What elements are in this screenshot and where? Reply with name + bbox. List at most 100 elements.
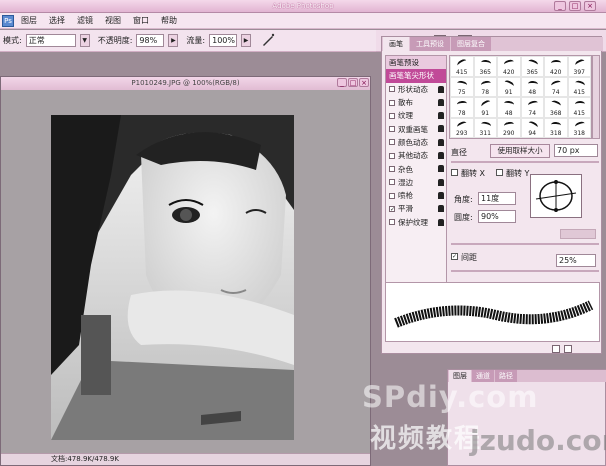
lock-icon[interactable] [438, 191, 444, 199]
brush-tip-cell[interactable]: 74 [520, 97, 544, 118]
lock-icon[interactable] [438, 112, 444, 120]
close-button[interactable]: × [584, 1, 596, 11]
brush-setting-label: 杂色 [398, 164, 413, 174]
angle-field[interactable]: 11度 [478, 192, 516, 205]
lock-icon[interactable] [438, 205, 444, 213]
diameter-field[interactable]: 70 px [554, 144, 598, 157]
brush-setting-item[interactable]: 形状动态 [386, 83, 446, 96]
brush-setting-item[interactable]: 颜色动态 [386, 136, 446, 149]
doc-close-button[interactable]: × [359, 78, 369, 87]
brush-tip-cell[interactable]: 397 [567, 56, 591, 77]
flip-y-checkbox[interactable] [496, 169, 503, 176]
brush-setting-checkbox[interactable] [389, 179, 395, 186]
brush-setting-item[interactable]: 保护纹理 [386, 216, 446, 229]
doc-minimize-button[interactable]: _ [337, 78, 347, 87]
airbrush-icon[interactable] [261, 33, 275, 49]
brush-tip-cell[interactable]: 290 [497, 117, 521, 138]
brush-setting-checkbox[interactable] [389, 112, 395, 119]
brush-tip-cell[interactable]: 368 [544, 97, 568, 118]
brush-tip-cell[interactable]: 74 [544, 76, 568, 97]
opacity-dropdown-icon[interactable]: ▶ [168, 34, 179, 47]
brush-setting-checkbox[interactable] [389, 166, 395, 173]
brush-tip-icon [480, 79, 491, 88]
brush-tip-cell[interactable]: 420 [497, 56, 521, 77]
brush-tip-cell[interactable]: 365 [520, 56, 544, 77]
brush-tip-cell[interactable]: 365 [473, 56, 497, 77]
brush-tip-cell[interactable]: 78 [473, 76, 497, 97]
use-sample-size-button[interactable]: 使用取样大小 [490, 144, 550, 158]
tab-layer-comps[interactable]: 图层复合 [451, 37, 491, 51]
brush-tip-cell[interactable]: 420 [544, 56, 568, 77]
maximize-button[interactable]: □ [569, 1, 581, 11]
minimize-button[interactable]: _ [554, 1, 566, 11]
menu-select[interactable]: 选择 [44, 14, 70, 28]
new-brush-icon[interactable] [552, 345, 560, 353]
flow-dropdown-icon[interactable]: ▶ [241, 34, 252, 47]
spacing-slider[interactable] [451, 270, 599, 272]
brush-setting-item[interactable]: ✓ 平滑 [386, 202, 446, 215]
brush-grid-scrollbar[interactable] [592, 55, 600, 139]
brush-setting-checkbox[interactable] [389, 152, 395, 159]
brush-tip-cell[interactable]: 415 [450, 56, 474, 77]
menu-help[interactable]: 帮助 [156, 14, 182, 28]
angle-roundness-preview[interactable] [530, 174, 582, 218]
mode-select[interactable]: 正常 [25, 34, 76, 47]
brush-setting-item[interactable]: 纹理 [386, 109, 446, 122]
lock-icon[interactable] [438, 125, 444, 133]
brush-tip-cell[interactable]: 91 [473, 97, 497, 118]
brush-setting-item[interactable]: 其他动态 [386, 149, 446, 162]
photo-canvas[interactable] [51, 115, 294, 440]
brush-setting-item[interactable]: 双重画笔 [386, 122, 446, 135]
brush-setting-checkbox[interactable] [389, 86, 395, 93]
brush-tip-cell[interactable]: 94 [520, 117, 544, 138]
lock-icon[interactable] [438, 152, 444, 160]
lock-icon[interactable] [438, 165, 444, 173]
doc-maximize-button[interactable]: □ [348, 78, 358, 87]
brush-tip-cell[interactable]: 48 [497, 97, 521, 118]
lock-icon[interactable] [438, 178, 444, 186]
spacing-checkbox[interactable]: ✓ [451, 253, 458, 260]
brush-tip-cell[interactable]: 311 [473, 117, 497, 138]
brush-tip-cell[interactable]: 78 [450, 97, 474, 118]
menu-view[interactable]: 视图 [100, 14, 126, 28]
flow-field[interactable]: 100% [209, 34, 238, 47]
brush-setting-item[interactable]: 喷枪 [386, 189, 446, 202]
menu-layer[interactable]: 图层 [16, 14, 42, 28]
lock-icon[interactable] [438, 85, 444, 93]
brush-tip-cell[interactable]: 91 [497, 76, 521, 97]
brush-tip-cell[interactable]: 48 [520, 76, 544, 97]
diameter-slider[interactable] [451, 161, 599, 163]
diameter-label: 直径 [451, 148, 467, 157]
brush-setting-checkbox[interactable] [389, 192, 395, 199]
lock-icon[interactable] [438, 98, 444, 106]
app-logo-icon[interactable]: Ps [2, 14, 14, 27]
opacity-field[interactable]: 98% [136, 34, 165, 47]
brush-setting-item[interactable]: 画笔预设 [386, 56, 446, 70]
brush-setting-checkbox[interactable] [389, 126, 395, 133]
brush-setting-item[interactable]: 湿边 [386, 176, 446, 189]
brush-setting-checkbox[interactable] [389, 219, 395, 226]
brush-tip-cell[interactable]: 415 [567, 76, 591, 97]
brush-tip-cell[interactable]: 415 [567, 97, 591, 118]
brush-setting-item[interactable]: 画笔笔尖形状 [386, 69, 446, 83]
menu-filter[interactable]: 滤镜 [72, 14, 98, 28]
lock-icon[interactable] [438, 138, 444, 146]
brush-tip-cell[interactable]: 318 [567, 117, 591, 138]
mode-dropdown-icon[interactable]: ▼ [79, 34, 90, 47]
brush-setting-checkbox[interactable] [389, 139, 395, 146]
brush-setting-checkbox[interactable] [389, 99, 395, 106]
brush-setting-checkbox[interactable]: ✓ [389, 205, 395, 212]
roundness-field[interactable]: 90% [478, 210, 516, 223]
brush-setting-item[interactable]: 杂色 [386, 162, 446, 175]
lock-icon[interactable] [438, 218, 444, 226]
menu-window[interactable]: 窗口 [128, 14, 154, 28]
tab-brushes[interactable]: 画笔 [383, 37, 409, 51]
brush-tip-cell[interactable]: 318 [544, 117, 568, 138]
brush-setting-item[interactable]: 散布 [386, 96, 446, 109]
tab-tool-presets[interactable]: 工具预设 [410, 37, 450, 51]
spacing-field[interactable]: 25% [556, 254, 596, 267]
delete-brush-icon[interactable] [564, 345, 572, 353]
flip-x-checkbox[interactable] [451, 169, 458, 176]
brush-tip-cell[interactable]: 293 [450, 117, 474, 138]
brush-tip-cell[interactable]: 75 [450, 76, 474, 97]
